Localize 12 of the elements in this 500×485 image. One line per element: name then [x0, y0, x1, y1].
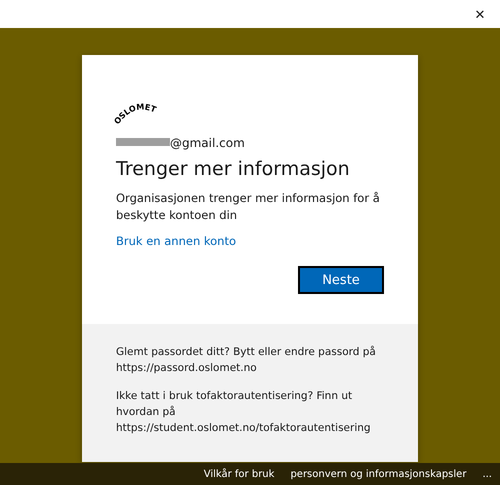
- account-email: @gmail.com: [170, 136, 245, 150]
- redaction-bar: [116, 138, 170, 146]
- next-button[interactable]: Neste: [298, 266, 384, 294]
- footer-link[interactable]: Vilkår for bruk: [204, 468, 274, 480]
- description: Organisasjonen trenger mer informasjon for å beskytte kontoen din: [116, 190, 381, 224]
- info-text: Glemt passordet ditt? Bytt eller endre passord på https://passord.oslomet.no: [116, 344, 377, 376]
- close-button[interactable]: ✕: [460, 0, 500, 28]
- info-text: Ikke tatt i bruk tofaktorautentisering? Finn ut hvordan på https://student.oslomet.no/tofaktorautentisering: [116, 389, 372, 436]
- other-account-link[interactable]: Bruk en annen konto: [116, 234, 236, 248]
- more-button[interactable]: ...: [482, 468, 492, 480]
- page-title: Trenger mer informasjon: [116, 158, 351, 180]
- footer-link[interactable]: personvern og informasjonskapsler: [290, 468, 466, 480]
